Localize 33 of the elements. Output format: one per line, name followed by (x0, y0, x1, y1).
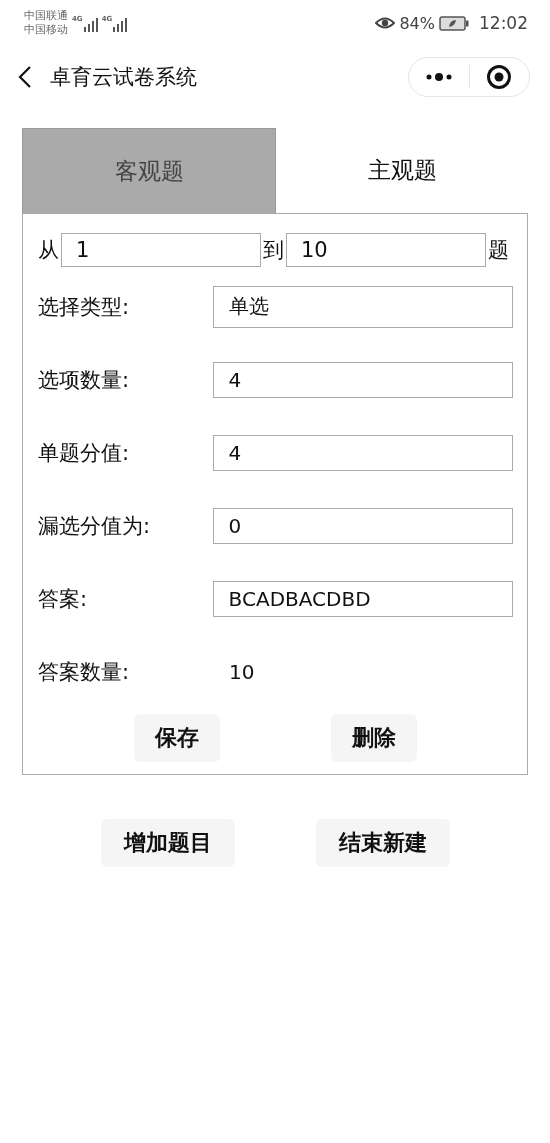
range-label: 从 (38, 237, 59, 264)
eye-icon (375, 16, 396, 30)
action-button[interactable]: 保存 (133, 714, 220, 762)
back-icon[interactable] (18, 65, 32, 89)
input-field[interactable]: BCADBACDBD (212, 580, 513, 617)
field-label: 答案数量: (38, 658, 131, 686)
input-field[interactable]: 0 (212, 507, 513, 544)
carrier-label: 中国联通 (24, 9, 68, 23)
page-title: 卓育云试卷系统 (50, 64, 197, 91)
carrier-label: 中国移动 (24, 23, 68, 37)
close-icon[interactable] (486, 64, 513, 90)
range-label: 题 (488, 237, 509, 264)
battery-percent: 84% (399, 13, 435, 33)
field-label: 答案: (38, 585, 89, 613)
input-field[interactable]: 1 (61, 233, 261, 267)
clock: 12:02 (479, 13, 528, 33)
action-button[interactable]: 删除 (331, 714, 418, 762)
input-field[interactable]: 10 (286, 233, 486, 267)
input-field[interactable]: 4 (212, 434, 513, 471)
field-label: 漏选分值为: (38, 512, 152, 540)
field-label: 选择类型: (38, 293, 131, 321)
action-button[interactable]: 增加题目 (100, 819, 235, 867)
field-label: 单题分值: (38, 439, 131, 467)
signal-icon (113, 18, 128, 32)
signal-icon (83, 18, 98, 32)
input-field[interactable]: 单选 (212, 285, 513, 328)
battery-icon (439, 15, 469, 31)
input-field[interactable]: 4 (212, 361, 513, 398)
range-label: 到 (263, 237, 284, 264)
field-label: 选项数量: (38, 366, 131, 394)
action-button[interactable]: 结束新建 (315, 819, 450, 867)
tab[interactable]: 客观题 (22, 128, 276, 213)
field-value: 10 (228, 659, 255, 684)
